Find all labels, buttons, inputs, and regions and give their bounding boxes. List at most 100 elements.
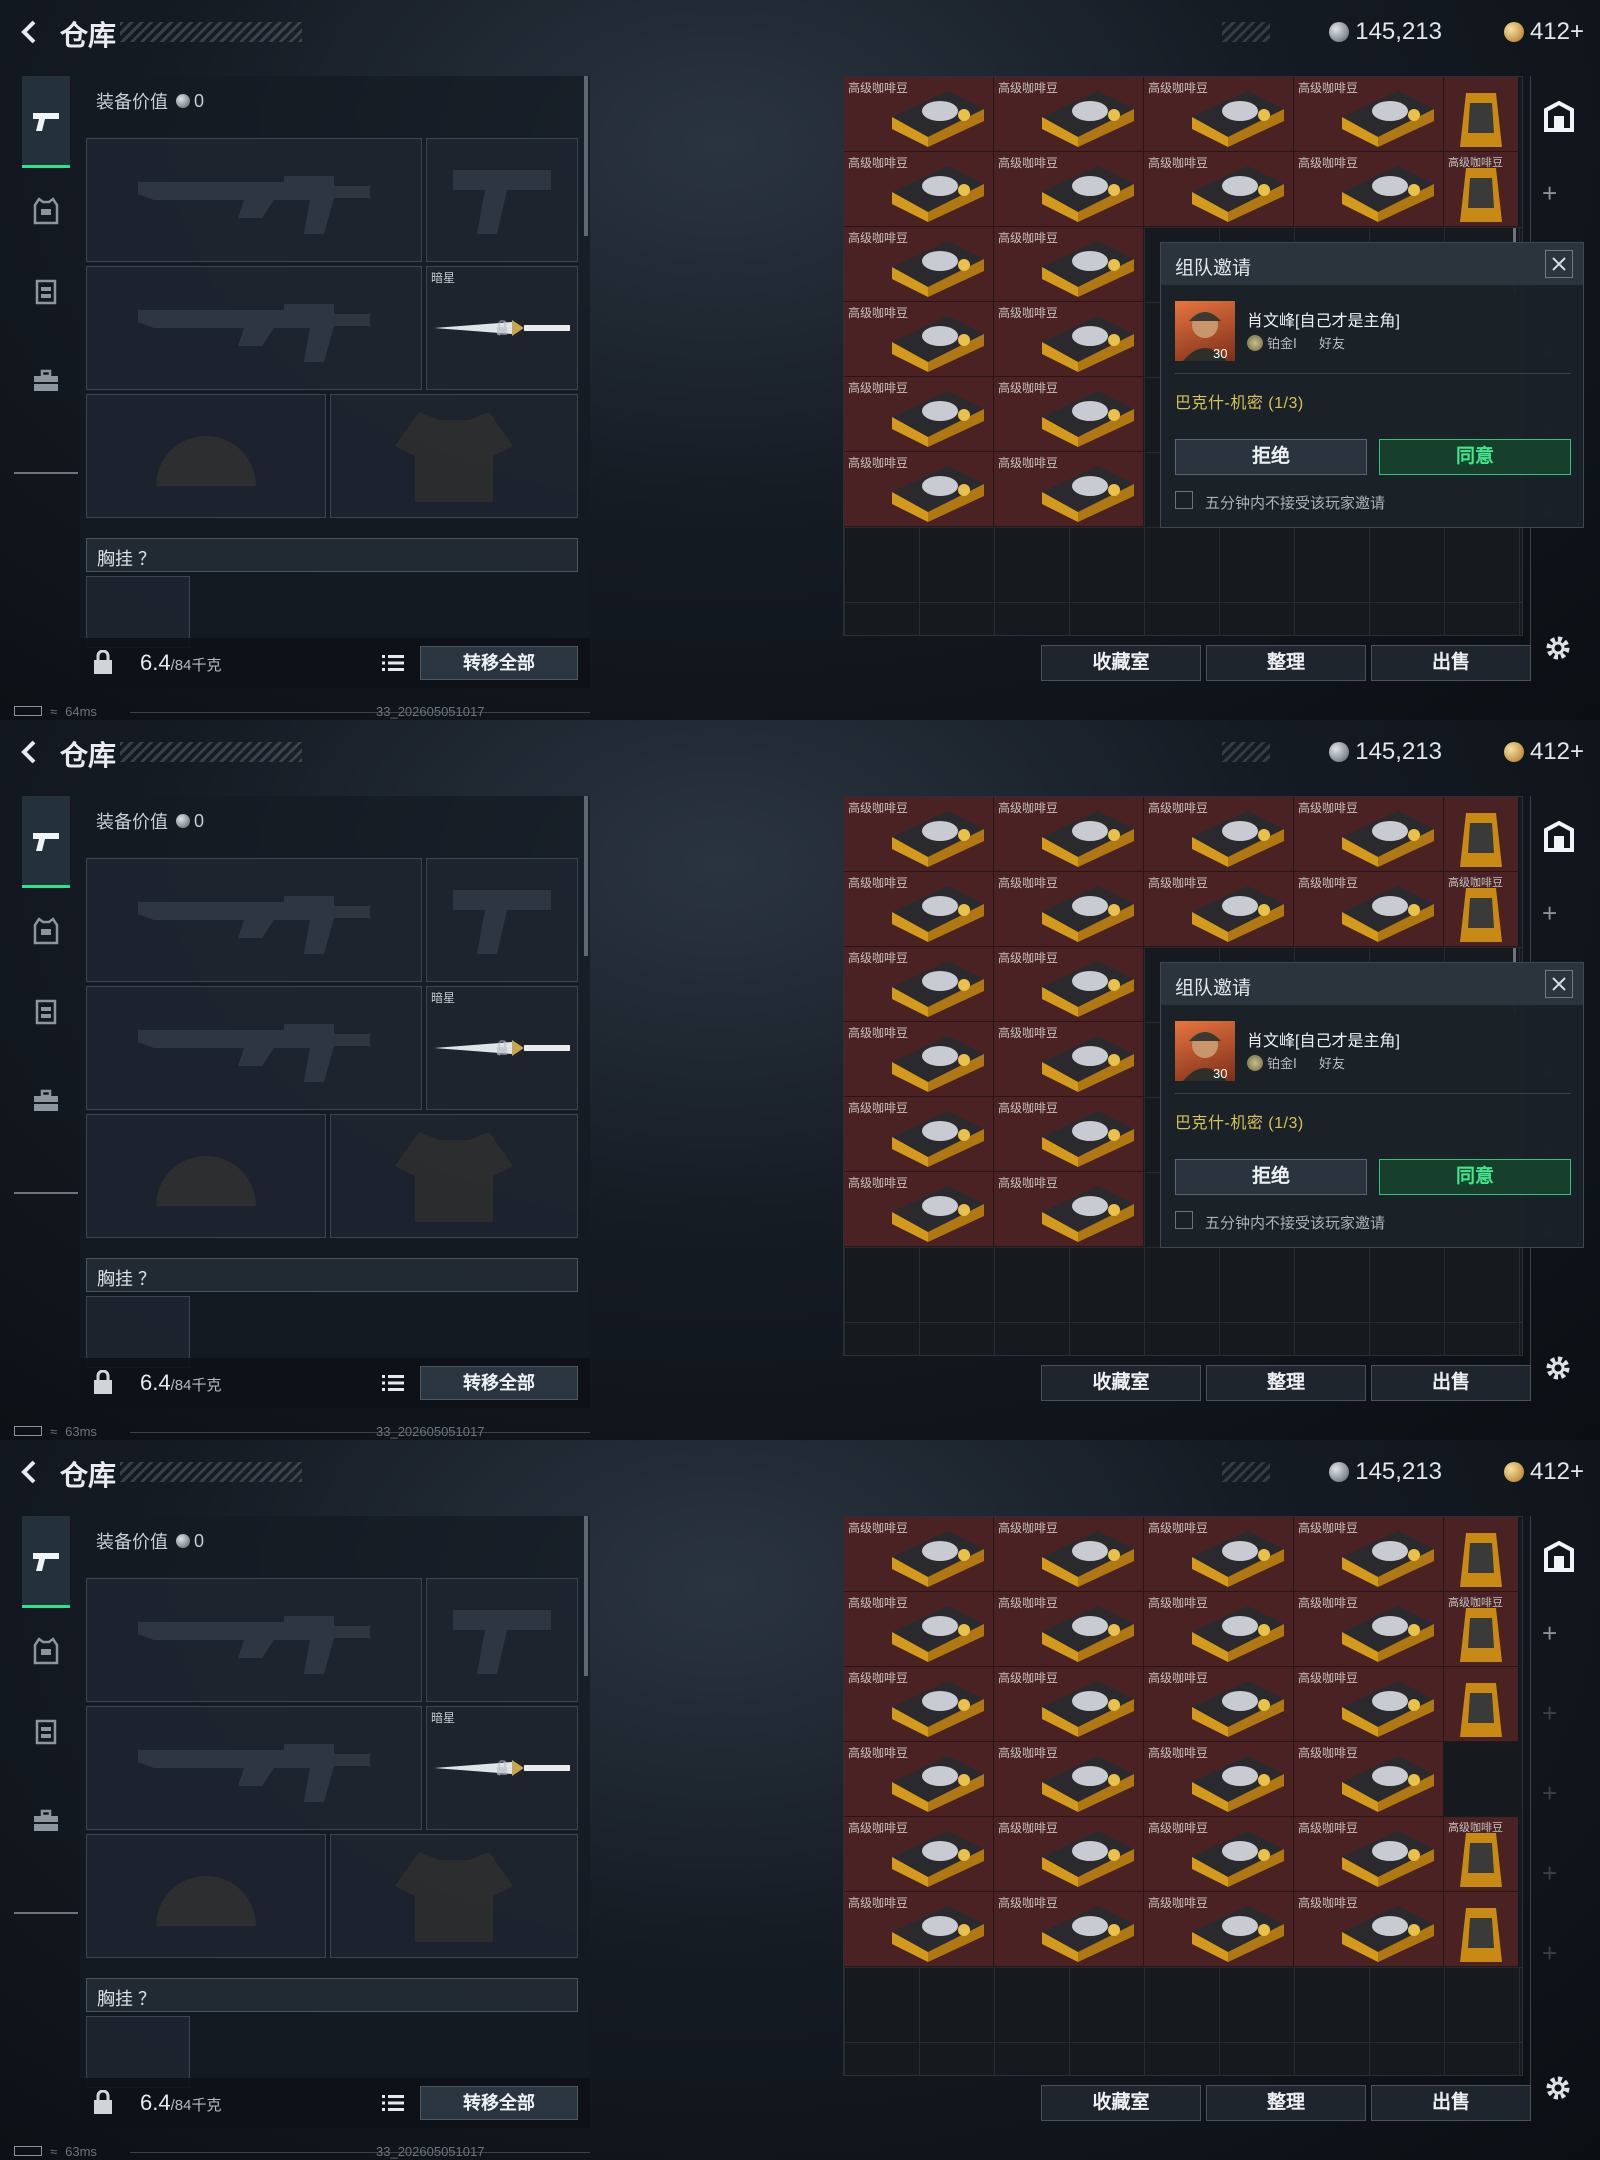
reject-button[interactable]: 拒绝 <box>1175 1159 1367 1195</box>
stash-item[interactable]: 高级咖啡豆 <box>1144 152 1294 227</box>
list-view-button[interactable] <box>376 2088 410 2118</box>
rail-tab-rig[interactable] <box>22 976 70 1046</box>
add-tab-button[interactable]: + <box>1542 1858 1557 1889</box>
stash-item[interactable]: 高级咖啡豆 <box>1144 1817 1294 1892</box>
rail-tab-armor[interactable] <box>22 896 70 966</box>
melee-slot[interactable]: 暗星 <box>426 1706 578 1830</box>
helmet-slot[interactable] <box>86 394 326 518</box>
stash-item[interactable]: 高级咖啡豆 <box>1294 1892 1444 1967</box>
sell-button[interactable]: 出售 <box>1371 2085 1531 2121</box>
stash-item[interactable]: 高级咖啡豆 <box>994 227 1144 302</box>
stash-item[interactable] <box>1444 1892 1518 1967</box>
sell-button[interactable]: 出售 <box>1371 645 1531 681</box>
stash-item[interactable]: 高级咖啡豆 <box>844 1097 994 1172</box>
sort-button[interactable]: 整理 <box>1206 1365 1366 1401</box>
stash-item[interactable]: 高级咖啡豆 <box>1144 77 1294 152</box>
secondary-weapon-slot[interactable] <box>86 1706 422 1830</box>
stash-item[interactable]: 高级咖啡豆 <box>994 1892 1144 1967</box>
transfer-all-button[interactable]: 转移全部 <box>420 646 578 680</box>
stash-item[interactable]: 高级咖啡豆 <box>994 797 1144 872</box>
stash-item[interactable]: 高级咖啡豆 <box>994 1097 1144 1172</box>
secondary-weapon-slot[interactable] <box>86 266 422 390</box>
back-arrow-icon[interactable] <box>16 1458 44 1486</box>
stash-item[interactable]: 高级咖啡豆 <box>844 1592 994 1667</box>
stash-item[interactable] <box>1444 1667 1518 1742</box>
stash-item[interactable] <box>1444 1517 1518 1592</box>
stash-item[interactable]: 高级咖啡豆 <box>1294 1817 1444 1892</box>
backpack-lock-icon[interactable] <box>92 1370 114 1396</box>
stash-item[interactable]: 高级咖啡豆 <box>994 947 1144 1022</box>
stash-item[interactable]: 高级咖啡豆 <box>994 302 1144 377</box>
sidearm-slot[interactable] <box>426 858 578 982</box>
add-tab-button[interactable]: + <box>1542 1698 1557 1729</box>
rail-tab-weapons[interactable] <box>22 796 70 888</box>
stash-item[interactable]: 高级咖啡豆 <box>994 1817 1144 1892</box>
stash-item[interactable]: 高级咖啡豆 <box>844 1022 994 1097</box>
rail-tab-weapons[interactable] <box>22 1516 70 1608</box>
list-view-button[interactable] <box>376 1368 410 1398</box>
stash-item[interactable]: 高级咖啡豆 <box>1444 1817 1518 1892</box>
stash-item[interactable]: 高级咖啡豆 <box>994 872 1144 947</box>
helmet-slot[interactable] <box>86 1834 326 1958</box>
stash-item[interactable]: 高级咖啡豆 <box>994 1667 1144 1742</box>
stash-item[interactable]: 高级咖啡豆 <box>844 1817 994 1892</box>
stash-item[interactable]: 高级咖啡豆 <box>1144 1892 1294 1967</box>
primary-weapon-slot[interactable] <box>86 138 422 262</box>
back-arrow-icon[interactable] <box>16 18 44 46</box>
transfer-all-button[interactable]: 转移全部 <box>420 2086 578 2120</box>
stash-item[interactable]: 高级咖啡豆 <box>1294 1742 1444 1817</box>
stash-item[interactable]: 高级咖啡豆 <box>1144 1742 1294 1817</box>
gear-icon[interactable] <box>1542 632 1574 664</box>
backpack-lock-icon[interactable] <box>92 2090 114 2116</box>
stash-item[interactable]: 高级咖啡豆 <box>1144 1667 1294 1742</box>
silver-coin-balance[interactable]: 145,213 <box>1329 16 1442 48</box>
backpack-lock-icon[interactable] <box>92 650 114 676</box>
sidearm-slot[interactable] <box>426 138 578 262</box>
stash-item[interactable]: 高级咖啡豆 <box>1294 1667 1444 1742</box>
rail-tab-rig[interactable] <box>22 256 70 326</box>
stash-item[interactable]: 高级咖啡豆 <box>844 1517 994 1592</box>
equipment-scrollbar[interactable] <box>584 796 588 956</box>
mute-checkbox[interactable] <box>1175 491 1193 509</box>
primary-weapon-slot[interactable] <box>86 1578 422 1702</box>
stash-empty-area[interactable] <box>1444 1967 1522 2075</box>
stash-item[interactable]: 高级咖啡豆 <box>994 452 1144 527</box>
sidearm-slot[interactable] <box>426 1578 578 1702</box>
safe-box-icon[interactable] <box>1542 1540 1576 1574</box>
stash-item[interactable]: 高级咖啡豆 <box>844 377 994 452</box>
safe-box-icon[interactable] <box>1542 820 1576 854</box>
stash-item[interactable]: 高级咖啡豆 <box>844 152 994 227</box>
gear-icon[interactable] <box>1542 1352 1574 1384</box>
add-tab-button[interactable]: + <box>1542 898 1557 929</box>
stash-item[interactable] <box>1444 797 1518 872</box>
secondary-weapon-slot[interactable] <box>86 986 422 1110</box>
stash-item[interactable] <box>1444 77 1518 152</box>
add-tab-button[interactable]: + <box>1542 178 1557 209</box>
gold-coin-balance[interactable]: 412+ <box>1503 736 1584 768</box>
stash-item[interactable]: 高级咖啡豆 <box>994 1592 1144 1667</box>
stash-item[interactable]: 高级咖啡豆 <box>844 1667 994 1742</box>
collection-room-button[interactable]: 收藏室 <box>1041 645 1201 681</box>
stash-item[interactable]: 高级咖啡豆 <box>994 1022 1144 1097</box>
stash-item[interactable]: 高级咖啡豆 <box>1144 1592 1294 1667</box>
stash-item[interactable]: 高级咖啡豆 <box>844 77 994 152</box>
primary-weapon-slot[interactable] <box>86 858 422 982</box>
close-button[interactable] <box>1545 970 1573 998</box>
chest-rig-header[interactable]: 胸挂 ？ <box>86 1978 578 2012</box>
stash-item[interactable]: 高级咖啡豆 <box>1444 152 1518 227</box>
melee-slot[interactable]: 暗星 <box>426 986 578 1110</box>
gold-coin-balance[interactable]: 412+ <box>1503 1456 1584 1488</box>
rail-tab-armor[interactable] <box>22 176 70 246</box>
stash-item[interactable]: 高级咖啡豆 <box>844 302 994 377</box>
sell-button[interactable]: 出售 <box>1371 1365 1531 1401</box>
stash-empty-area[interactable] <box>844 527 1522 635</box>
rail-tab-case[interactable] <box>22 346 70 416</box>
stash-item[interactable]: 高级咖啡豆 <box>994 377 1144 452</box>
add-tab-button[interactable]: + <box>1542 1778 1557 1809</box>
accept-button[interactable]: 同意 <box>1379 439 1571 475</box>
stash-empty-area[interactable] <box>844 1247 1522 1355</box>
add-tab-button[interactable]: + <box>1542 1618 1557 1649</box>
stash-item[interactable]: 高级咖啡豆 <box>994 77 1144 152</box>
mute-checkbox[interactable] <box>1175 1211 1193 1229</box>
stash-item[interactable]: 高级咖啡豆 <box>844 1172 994 1247</box>
